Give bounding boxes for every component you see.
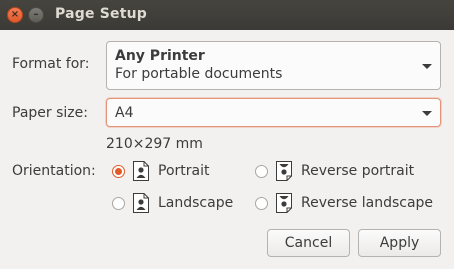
landscape-radio[interactable] [112,197,125,210]
paper-dimensions: 210×297 mm [106,136,203,152]
cancel-button[interactable]: Cancel [267,229,350,257]
portrait-label[interactable]: Portrait [158,163,209,179]
page-setup-dialog: × – Page Setup Format for: Any Printer F… [0,0,454,269]
dropdown-arrow-icon [422,110,432,116]
paper-size-value: A4 [115,105,134,121]
close-icon: × [10,9,20,20]
apply-button[interactable]: Apply [358,229,441,257]
close-window-button[interactable]: × [7,7,23,23]
portrait-radio[interactable] [112,165,125,178]
orientation-label: Orientation: [12,163,96,179]
landscape-page-icon [133,193,149,213]
reverse-landscape-radio[interactable] [255,197,268,210]
dropdown-arrow-icon [422,63,432,69]
printer-description: For portable documents [115,66,283,82]
reverse-landscape-label[interactable]: Reverse landscape [301,195,433,211]
reverse-landscape-page-icon [276,193,292,213]
minimize-icon: – [33,9,39,20]
reverse-portrait-radio[interactable] [255,165,268,178]
reverse-portrait-page-icon [276,161,292,181]
paper-size-combo[interactable]: A4 [106,98,441,127]
reverse-portrait-label[interactable]: Reverse portrait [301,163,414,179]
portrait-page-icon [133,161,149,181]
format-for-combo[interactable]: Any Printer For portable documents [106,41,441,90]
format-for-label: Format for: [12,56,90,72]
minimize-window-button[interactable]: – [28,7,44,23]
paper-size-label: Paper size: [12,105,88,121]
printer-name: Any Printer [115,48,205,64]
landscape-label[interactable]: Landscape [158,195,233,211]
title-bar: × – Page Setup [0,0,454,30]
window-title: Page Setup [55,6,147,22]
